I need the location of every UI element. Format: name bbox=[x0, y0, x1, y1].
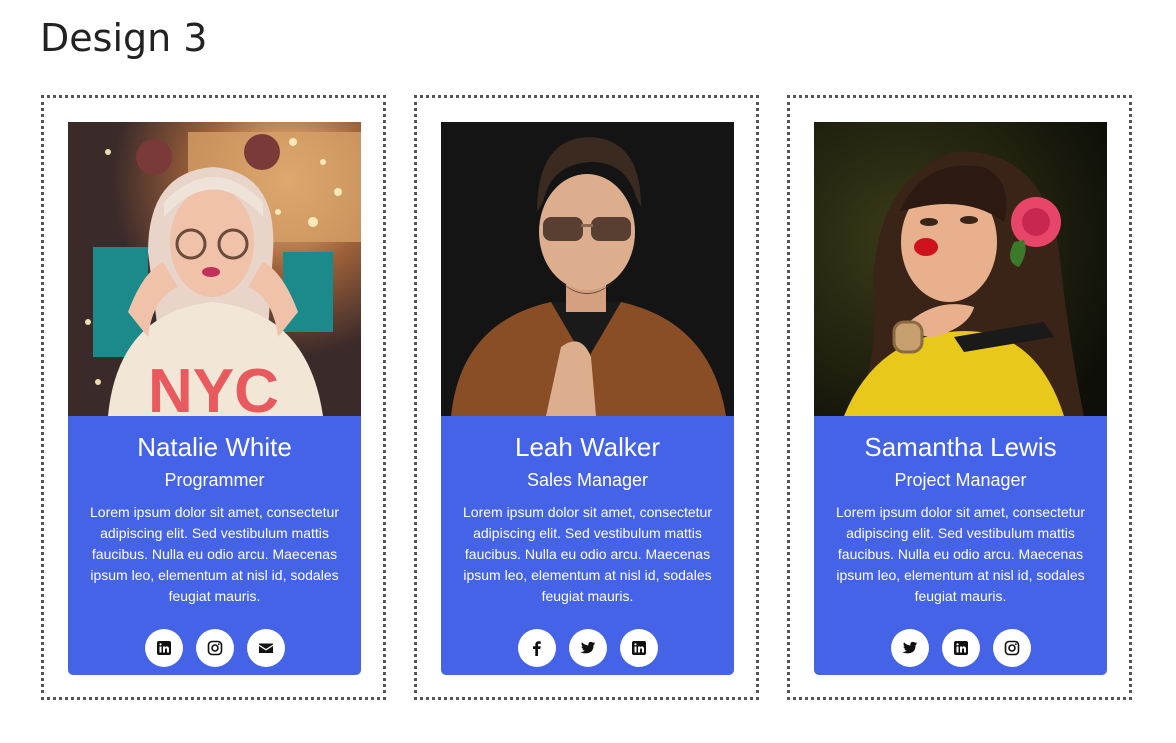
linkedin-button[interactable] bbox=[619, 629, 658, 667]
profile-card: Samantha Lewis Project Manager Lorem ips… bbox=[814, 122, 1107, 675]
person-role: Sales Manager bbox=[526, 470, 649, 490]
twitter-button[interactable] bbox=[890, 629, 929, 667]
profile-photo bbox=[814, 122, 1107, 416]
card-body: Leah Walker Sales Manager Lorem ipsum do… bbox=[441, 430, 734, 607]
social-links bbox=[814, 629, 1107, 667]
person-name: Natalie White bbox=[137, 432, 292, 462]
page-title: Design 3 bbox=[40, 16, 208, 60]
linkedin-button[interactable] bbox=[941, 629, 980, 667]
person-bio: Lorem ipsum dolor sit amet, consectetur … bbox=[463, 504, 712, 604]
facebook-button[interactable] bbox=[517, 629, 556, 667]
linkedin-icon bbox=[631, 641, 646, 655]
card-frame: Leah Walker Sales Manager Lorem ipsum do… bbox=[414, 95, 759, 700]
person-role: Project Manager bbox=[894, 470, 1027, 490]
person-bio: Lorem ipsum dolor sit amet, consectetur … bbox=[836, 504, 1085, 604]
social-links bbox=[68, 629, 361, 667]
linkedin-icon bbox=[156, 641, 171, 655]
card-body: Natalie White Programmer Lorem ipsum dol… bbox=[68, 430, 361, 607]
email-button[interactable] bbox=[246, 629, 285, 667]
card-frame: NYC Natalie White Programmer Lorem ipsum… bbox=[41, 95, 386, 700]
instagram-button[interactable] bbox=[992, 629, 1031, 667]
twitter-icon bbox=[901, 641, 917, 654]
twitter-icon bbox=[579, 641, 595, 654]
person-name: Leah Walker bbox=[515, 432, 660, 462]
person-name: Samantha Lewis bbox=[864, 432, 1057, 462]
person-bio: Lorem ipsum dolor sit amet, consectetur … bbox=[90, 504, 339, 604]
instagram-button[interactable] bbox=[195, 629, 234, 667]
card-body: Samantha Lewis Project Manager Lorem ips… bbox=[814, 430, 1107, 607]
social-links bbox=[441, 629, 734, 667]
instagram-icon bbox=[1004, 640, 1019, 656]
profile-photo bbox=[441, 122, 734, 416]
instagram-icon bbox=[207, 640, 222, 656]
profile-photo: NYC bbox=[68, 122, 361, 416]
linkedin-icon bbox=[953, 641, 968, 655]
linkedin-button[interactable] bbox=[144, 629, 183, 667]
twitter-button[interactable] bbox=[568, 629, 607, 667]
person-role: Programmer bbox=[164, 470, 265, 490]
facebook-icon bbox=[532, 641, 541, 656]
profile-card: Leah Walker Sales Manager Lorem ipsum do… bbox=[441, 122, 734, 675]
card-frame: Samantha Lewis Project Manager Lorem ips… bbox=[787, 95, 1132, 700]
envelope-icon bbox=[258, 643, 273, 653]
profile-card: NYC Natalie White Programmer Lorem ipsum… bbox=[68, 122, 361, 675]
svg-text:NYC: NYC bbox=[148, 357, 279, 416]
